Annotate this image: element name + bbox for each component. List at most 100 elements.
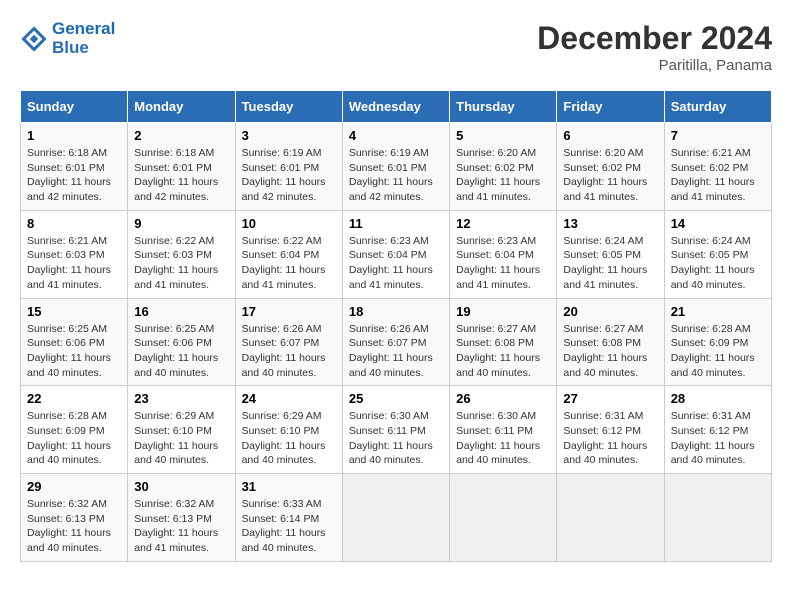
day-number: 1 [27, 128, 121, 143]
day-info: Sunrise: 6:29 AM Sunset: 6:10 PM Dayligh… [134, 409, 228, 468]
table-row: 9 Sunrise: 6:22 AM Sunset: 6:03 PM Daylig… [128, 210, 235, 298]
table-row: 11 Sunrise: 6:23 AM Sunset: 6:04 PM Dayli… [342, 210, 449, 298]
table-row: 1 Sunrise: 6:18 AM Sunset: 6:01 PM Daylig… [21, 123, 128, 211]
table-row: 20 Sunrise: 6:27 AM Sunset: 6:08 PM Dayli… [557, 298, 664, 386]
logo-icon [20, 25, 48, 53]
day-number: 6 [563, 128, 657, 143]
table-row [342, 474, 449, 562]
day-number: 31 [242, 479, 336, 494]
table-row: 14 Sunrise: 6:24 AM Sunset: 6:05 PM Dayli… [664, 210, 771, 298]
title-block: December 2024 Paritilla, Panama [537, 20, 772, 74]
day-info: Sunrise: 6:19 AM Sunset: 6:01 PM Dayligh… [242, 146, 336, 205]
day-number: 7 [671, 128, 765, 143]
col-friday: Friday [557, 91, 664, 123]
day-number: 15 [27, 304, 121, 319]
page-header: General Blue December 2024 Paritilla, Pa… [20, 20, 772, 74]
day-info: Sunrise: 6:18 AM Sunset: 6:01 PM Dayligh… [134, 146, 228, 205]
day-info: Sunrise: 6:24 AM Sunset: 6:05 PM Dayligh… [563, 234, 657, 293]
day-info: Sunrise: 6:19 AM Sunset: 6:01 PM Dayligh… [349, 146, 443, 205]
table-row: 8Sunrise: 6:21 AM Sunset: 6:03 PM Daylig… [21, 210, 128, 298]
table-row: 19 Sunrise: 6:27 AM Sunset: 6:08 PM Dayli… [450, 298, 557, 386]
day-number: 3 [242, 128, 336, 143]
day-info: Sunrise: 6:22 AM Sunset: 6:04 PM Dayligh… [242, 234, 336, 293]
day-info: Sunrise: 6:28 AM Sunset: 6:09 PM Dayligh… [27, 409, 121, 468]
calendar-row: 15 Sunrise: 6:25 AM Sunset: 6:06 PM Dayli… [21, 298, 772, 386]
table-row: 6 Sunrise: 6:20 AM Sunset: 6:02 PM Daylig… [557, 123, 664, 211]
col-monday: Monday [128, 91, 235, 123]
logo-line1: General [52, 20, 115, 39]
day-number: 9 [134, 216, 228, 231]
day-number: 17 [242, 304, 336, 319]
day-info: Sunrise: 6:27 AM Sunset: 6:08 PM Dayligh… [563, 322, 657, 381]
day-number: 8 [27, 216, 121, 231]
calendar-row: 29 Sunrise: 6:32 AM Sunset: 6:13 PM Dayli… [21, 474, 772, 562]
month-title: December 2024 [537, 20, 772, 57]
day-info: Sunrise: 6:20 AM Sunset: 6:02 PM Dayligh… [563, 146, 657, 205]
day-info: Sunrise: 6:23 AM Sunset: 6:04 PM Dayligh… [456, 234, 550, 293]
day-number: 19 [456, 304, 550, 319]
table-row [450, 474, 557, 562]
day-info: Sunrise: 6:18 AM Sunset: 6:01 PM Dayligh… [27, 146, 121, 205]
table-row: 29Sunrise: 6:32 AM Sunset: 6:13 PM Dayli… [21, 474, 128, 562]
table-row: 4 Sunrise: 6:19 AM Sunset: 6:01 PM Daylig… [342, 123, 449, 211]
col-tuesday: Tuesday [235, 91, 342, 123]
day-info: Sunrise: 6:32 AM Sunset: 6:13 PM Dayligh… [134, 497, 228, 556]
day-info: Sunrise: 6:22 AM Sunset: 6:03 PM Dayligh… [134, 234, 228, 293]
day-info: Sunrise: 6:26 AM Sunset: 6:07 PM Dayligh… [242, 322, 336, 381]
table-row: 16Sunrise: 6:25 AM Sunset: 6:06 PM Dayli… [128, 298, 235, 386]
day-number: 2 [134, 128, 228, 143]
day-number: 12 [456, 216, 550, 231]
day-number: 20 [563, 304, 657, 319]
day-number: 10 [242, 216, 336, 231]
logo: General Blue [20, 20, 115, 57]
day-info: Sunrise: 6:31 AM Sunset: 6:12 PM Dayligh… [563, 409, 657, 468]
table-row: 27 Sunrise: 6:31 AM Sunset: 6:12 PM Dayli… [557, 386, 664, 474]
day-number: 21 [671, 304, 765, 319]
day-number: 26 [456, 391, 550, 406]
day-info: Sunrise: 6:26 AM Sunset: 6:07 PM Dayligh… [349, 322, 443, 381]
day-number: 24 [242, 391, 336, 406]
day-number: 23 [134, 391, 228, 406]
table-row [664, 474, 771, 562]
day-info: Sunrise: 6:28 AM Sunset: 6:09 PM Dayligh… [671, 322, 765, 381]
day-info: Sunrise: 6:30 AM Sunset: 6:11 PM Dayligh… [349, 409, 443, 468]
day-info: Sunrise: 6:33 AM Sunset: 6:14 PM Dayligh… [242, 497, 336, 556]
table-row: 12 Sunrise: 6:23 AM Sunset: 6:04 PM Dayli… [450, 210, 557, 298]
day-number: 30 [134, 479, 228, 494]
table-row: 15 Sunrise: 6:25 AM Sunset: 6:06 PM Dayli… [21, 298, 128, 386]
col-sunday: Sunday [21, 91, 128, 123]
calendar-table: Sunday Monday Tuesday Wednesday Thursday… [20, 90, 772, 562]
table-row: 21 Sunrise: 6:28 AM Sunset: 6:09 PM Dayli… [664, 298, 771, 386]
table-row: 3 Sunrise: 6:19 AM Sunset: 6:01 PM Daylig… [235, 123, 342, 211]
day-info: Sunrise: 6:29 AM Sunset: 6:10 PM Dayligh… [242, 409, 336, 468]
table-row: 22Sunrise: 6:28 AM Sunset: 6:09 PM Dayli… [21, 386, 128, 474]
day-number: 11 [349, 216, 443, 231]
table-row: 2 Sunrise: 6:18 AM Sunset: 6:01 PM Daylig… [128, 123, 235, 211]
table-row: 30 Sunrise: 6:32 AM Sunset: 6:13 PM Dayli… [128, 474, 235, 562]
day-number: 14 [671, 216, 765, 231]
table-row: 5Sunrise: 6:20 AM Sunset: 6:02 PM Daylig… [450, 123, 557, 211]
day-info: Sunrise: 6:27 AM Sunset: 6:08 PM Dayligh… [456, 322, 550, 381]
day-number: 27 [563, 391, 657, 406]
day-number: 13 [563, 216, 657, 231]
day-number: 4 [349, 128, 443, 143]
table-row: 23 Sunrise: 6:29 AM Sunset: 6:10 PM Dayli… [128, 386, 235, 474]
day-info: Sunrise: 6:24 AM Sunset: 6:05 PM Dayligh… [671, 234, 765, 293]
table-row: 31 Sunrise: 6:33 AM Sunset: 6:14 PM Dayli… [235, 474, 342, 562]
location: Paritilla, Panama [537, 57, 772, 74]
col-thursday: Thursday [450, 91, 557, 123]
day-info: Sunrise: 6:21 AM Sunset: 6:02 PM Dayligh… [671, 146, 765, 205]
day-number: 18 [349, 304, 443, 319]
calendar-row: 1 Sunrise: 6:18 AM Sunset: 6:01 PM Daylig… [21, 123, 772, 211]
day-info: Sunrise: 6:23 AM Sunset: 6:04 PM Dayligh… [349, 234, 443, 293]
day-info: Sunrise: 6:31 AM Sunset: 6:12 PM Dayligh… [671, 409, 765, 468]
day-number: 28 [671, 391, 765, 406]
day-number: 29 [27, 479, 121, 494]
calendar-row: 22Sunrise: 6:28 AM Sunset: 6:09 PM Dayli… [21, 386, 772, 474]
col-wednesday: Wednesday [342, 91, 449, 123]
table-row: 17 Sunrise: 6:26 AM Sunset: 6:07 PM Dayli… [235, 298, 342, 386]
day-info: Sunrise: 6:25 AM Sunset: 6:06 PM Dayligh… [27, 322, 121, 381]
day-number: 16 [134, 304, 228, 319]
table-row: 24 Sunrise: 6:29 AM Sunset: 6:10 PM Dayli… [235, 386, 342, 474]
table-row: 7 Sunrise: 6:21 AM Sunset: 6:02 PM Daylig… [664, 123, 771, 211]
